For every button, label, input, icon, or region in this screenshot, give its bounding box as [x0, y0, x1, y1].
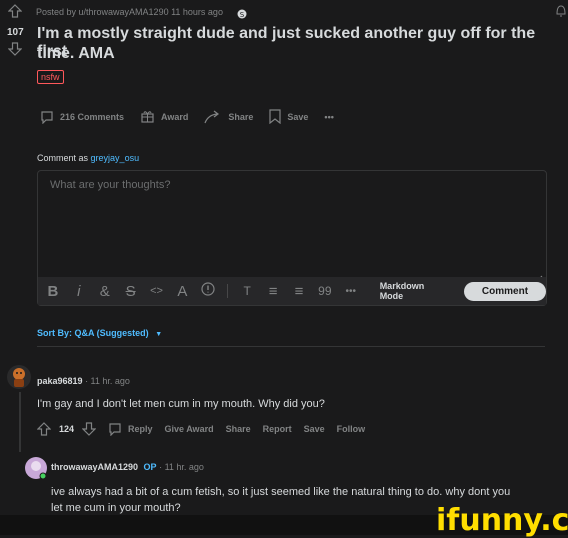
link-icon[interactable]: & [92, 283, 118, 300]
award-button[interactable]: Award [140, 109, 188, 124]
superscript-icon[interactable]: A [169, 283, 195, 300]
comment-editor: What are your thoughts? B i & S <> A T ≡… [37, 170, 547, 306]
quote-block-icon[interactable]: 99 [312, 284, 338, 298]
comment-time: · 11 hr. ago [159, 462, 204, 472]
downvote-icon[interactable] [7, 42, 23, 61]
section-divider [37, 346, 545, 347]
award-badge-icon: S [237, 6, 247, 24]
comment-author[interactable]: paka96819 [37, 376, 83, 386]
comments-label: 216 Comments [60, 111, 125, 122]
heading-icon[interactable]: T [234, 284, 260, 298]
spoiler-icon[interactable] [195, 282, 221, 300]
bulleted-list-icon[interactable]: ≡ [260, 283, 286, 300]
bold-icon[interactable]: B [40, 283, 66, 300]
sort-label: Sort By: Q&A (Suggested) [37, 328, 149, 338]
toolbar-divider [227, 284, 229, 298]
chevron-down-icon: ▼ [155, 331, 163, 338]
op-badge: OP [143, 462, 157, 472]
avatar[interactable] [6, 364, 31, 389]
comment-author[interactable]: throwawayAMA1290 [51, 462, 138, 472]
follow-button[interactable]: Follow [337, 424, 366, 434]
comment-time: · 11 hr. ago [85, 376, 130, 386]
give-award-button[interactable]: Give Award [165, 424, 214, 434]
share-label: Share [228, 111, 254, 122]
comment-submit-button[interactable]: Comment [463, 281, 547, 301]
post-action-bar: 216 Comments Award Share Save ••• [40, 109, 334, 124]
more-label: ••• [324, 111, 334, 122]
bookmark-icon [269, 109, 281, 124]
thread-line[interactable] [19, 392, 21, 452]
comment-meta: paka96819 · 11 hr. ago [37, 376, 130, 386]
italic-icon[interactable]: i [66, 283, 92, 300]
avatar[interactable] [24, 456, 47, 480]
vote-count: 107 [7, 27, 24, 38]
username-link[interactable]: greyjay_osu [91, 153, 140, 163]
more-formatting-icon[interactable]: ••• [338, 286, 364, 297]
award-label: Award [161, 111, 189, 122]
report-button[interactable]: Report [263, 424, 292, 434]
comment-body-line1: ive always had a bit of a cum fetish, so… [51, 486, 511, 498]
comments-button[interactable]: 216 Comments [40, 110, 124, 124]
comment-icon [40, 110, 54, 124]
more-options-button[interactable]: ••• [324, 112, 333, 122]
numbered-list-icon[interactable]: ≡ [286, 283, 312, 300]
markdown-mode-toggle[interactable]: Markdown Mode [380, 281, 450, 301]
downvote-icon[interactable] [82, 422, 97, 436]
posted-by: Posted by u/throwawayAMA1290 11 hours ag… [36, 7, 223, 17]
share-button[interactable]: Share [226, 424, 251, 434]
reply-button[interactable]: Reply [108, 422, 153, 436]
post-title-line1[interactable]: I'm a mostly straight dude and just suck… [37, 25, 568, 61]
save-label: Save [287, 111, 309, 122]
nsfw-badge: nsfw [37, 70, 64, 84]
comment-body: I'm gay and I don't let men cum in my mo… [37, 398, 325, 410]
svg-text:S: S [240, 11, 245, 19]
comment-textarea[interactable]: What are your thoughts? [50, 179, 170, 191]
sort-dropdown[interactable]: Sort By: Q&A (Suggested) ▼ [37, 328, 162, 338]
post-title-line2[interactable]: time. AMA [37, 45, 115, 63]
comment-as-label: Comment as [37, 153, 89, 163]
share-arrow-icon [204, 110, 222, 124]
strikethrough-icon[interactable]: S [118, 283, 144, 300]
comment-as-row: Comment as greyjay_osu [37, 153, 139, 163]
share-button[interactable]: Share [204, 110, 253, 124]
notification-icon[interactable] [555, 4, 567, 23]
editor-toolbar: B i & S <> A T ≡ ≡ 99 ••• Markdown Mode … [38, 277, 547, 305]
gift-icon [140, 109, 155, 124]
inline-code-icon[interactable]: <> [144, 285, 170, 297]
comment-vote-count: 124 [59, 424, 75, 434]
comment-icon [108, 422, 122, 436]
save-button[interactable]: Save [304, 424, 325, 434]
upvote-icon[interactable] [37, 422, 51, 436]
save-button[interactable]: Save [269, 109, 308, 124]
reply-label: Reply [128, 424, 153, 434]
comment-meta: throwawayAMA1290 OP · 11 hr. ago [51, 462, 204, 472]
comment-action-bar: 124 Reply Give Award Share Report Save F… [37, 422, 365, 436]
upvote-icon[interactable] [7, 4, 23, 23]
watermark-logo: ifunny.co [436, 503, 568, 538]
